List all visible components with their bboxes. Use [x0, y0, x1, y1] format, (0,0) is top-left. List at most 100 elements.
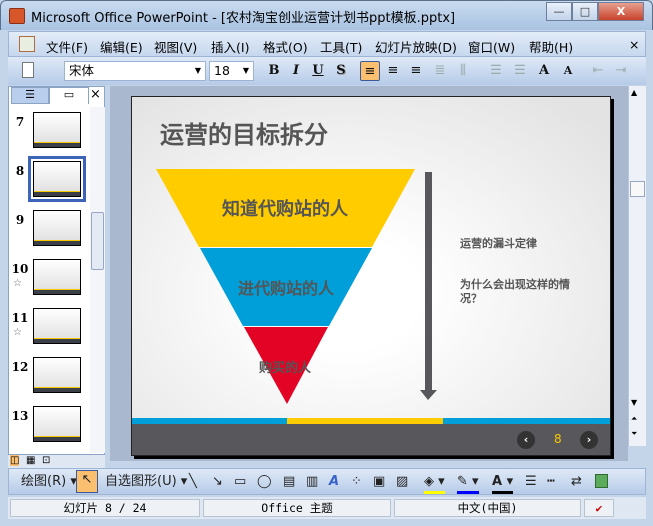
slide-number: 9: [15, 213, 25, 227]
draw-menu-button[interactable]: 绘图(R) ▾: [21, 473, 77, 491]
previous-slide-icon[interactable]: ⏶: [631, 414, 637, 424]
slide-thumbnail[interactable]: [33, 210, 81, 246]
arrow-style-icon[interactable]: ⇄: [571, 473, 582, 491]
scrollbar-thumb[interactable]: [91, 212, 104, 270]
font-size-select[interactable]: 18 ▼: [209, 61, 254, 81]
chevron-down-icon: ▼: [194, 66, 202, 75]
document-icon[interactable]: [19, 36, 35, 52]
textbox-icon[interactable]: ▤: [283, 473, 295, 491]
menu-help[interactable]: 帮助(H): [529, 37, 573, 56]
slide-number: 11: [11, 311, 29, 325]
menu-bar: 文件(F) 编辑(E) 视图(V) 插入(I) 格式(O) 工具(T) 幻灯片放…: [8, 31, 646, 57]
autoshapes-menu-button[interactable]: 自选图形(U) ▾: [105, 473, 187, 491]
menu-tools[interactable]: 工具(T): [320, 37, 362, 56]
scroll-up-icon[interactable]: ▲: [631, 88, 637, 97]
sorter-view-button[interactable]: ▦: [26, 455, 35, 466]
scrollbar-thumb[interactable]: [630, 181, 645, 197]
autoshapes-label: 自选图形(U): [105, 474, 177, 489]
font-color-icon[interactable]: A ▾: [492, 473, 514, 494]
increase-font-button[interactable]: A: [534, 61, 554, 81]
picture-icon[interactable]: ▨: [396, 473, 408, 491]
funnel-label-2: 进代购站的人: [238, 279, 335, 298]
menu-format[interactable]: 格式(O): [263, 37, 308, 56]
fill-color-icon[interactable]: ◈ ▾: [424, 473, 445, 494]
slide-thumbnail[interactable]: [33, 357, 81, 393]
decrease-font-button[interactable]: A: [558, 61, 578, 81]
slide-thumbnail[interactable]: [28, 156, 86, 202]
close-pane-button[interactable]: ×: [90, 87, 101, 102]
window-title: Microsoft Office PowerPoint - [农村淘宝创业运营计…: [31, 11, 456, 26]
next-slide-icon[interactable]: ⏷: [631, 429, 637, 439]
bold-button[interactable]: B: [264, 61, 284, 81]
font-select[interactable]: 宋体 ▼: [64, 61, 206, 81]
new-document-icon[interactable]: [22, 62, 34, 78]
increase-indent-icon[interactable]: ⇥: [611, 61, 631, 81]
arrow-icon[interactable]: ↘: [212, 473, 223, 491]
powerpoint-icon: [9, 8, 25, 24]
tab-outline[interactable]: ☰: [11, 87, 49, 104]
shadow-button[interactable]: S: [331, 61, 351, 81]
decrease-indent-icon[interactable]: ⇤: [588, 61, 608, 81]
font-value: 宋体: [69, 63, 95, 78]
slide-thumbnail[interactable]: [33, 112, 81, 148]
align-center-button[interactable]: ≡: [383, 61, 403, 81]
close-document-button[interactable]: ×: [629, 37, 639, 52]
line-color-icon[interactable]: ✎ ▾: [457, 473, 479, 494]
tab-slides[interactable]: ▭: [49, 87, 89, 104]
slide-footer: ‹ 8 ›: [132, 424, 610, 455]
align-left-button[interactable]: ≡: [360, 61, 380, 81]
slide-canvas[interactable]: 运营的目标拆分 知道代购站的人 进代购站的人 购买的人 运营的漏斗定律 为什么会…: [131, 96, 611, 456]
arrow-shaft: [425, 172, 432, 392]
note-funnel-law: 运营的漏斗定律: [460, 237, 537, 250]
text-direction-icon[interactable]: ⫼: [453, 61, 473, 81]
line-style-icon[interactable]: ☰: [525, 473, 537, 491]
slides-pane: ☰ ▭ × 7 8 9 10 ☆ 11 ☆ 12 13: [8, 86, 105, 455]
menu-slideshow[interactable]: 幻灯片放映(D): [375, 37, 457, 56]
clipart-icon[interactable]: ▣: [373, 473, 385, 491]
wordart-icon[interactable]: A: [329, 473, 339, 491]
funnel-label-1: 知道代购站的人: [222, 199, 348, 220]
vertical-textbox-icon[interactable]: ▥: [306, 473, 318, 491]
slide-thumbnail[interactable]: [33, 308, 81, 344]
distribute-icon[interactable]: ≣: [430, 61, 450, 81]
pane-scrollbar[interactable]: [90, 107, 105, 453]
note-question: 为什么会出现这样的情况？: [460, 278, 570, 305]
dash-style-icon[interactable]: ┅: [547, 473, 555, 491]
diagram-icon[interactable]: ⁘: [351, 473, 362, 491]
menu-view[interactable]: 视图(V): [154, 37, 197, 56]
close-button[interactable]: X: [598, 2, 644, 21]
underline-button[interactable]: U: [308, 61, 328, 81]
scroll-down-icon[interactable]: ▼: [631, 398, 637, 407]
slideshow-view-button[interactable]: ⊡: [42, 455, 50, 466]
slide-number: 8: [15, 164, 25, 178]
minimize-button[interactable]: —: [546, 2, 572, 21]
menu-window[interactable]: 窗口(W): [468, 37, 515, 56]
funnel-diagram: [156, 169, 437, 404]
normal-view-button[interactable]: ◫: [10, 455, 20, 466]
spellcheck-icon[interactable]: ✔: [584, 499, 614, 517]
restore-button[interactable]: □: [572, 2, 598, 21]
previous-icon[interactable]: ‹: [517, 431, 535, 449]
numbering-icon[interactable]: ☰: [486, 61, 506, 81]
line-icon[interactable]: ╲: [189, 473, 197, 491]
slide-number: 10: [11, 262, 29, 276]
slide-thumbnail[interactable]: [33, 259, 81, 295]
bullets-icon[interactable]: ☰: [510, 61, 530, 81]
font-size-value: 18: [214, 63, 230, 78]
italic-button[interactable]: I: [286, 61, 306, 81]
align-right-button[interactable]: ≡: [406, 61, 426, 81]
shadow-style-icon[interactable]: [595, 474, 608, 488]
select-pointer-icon[interactable]: ↖: [76, 470, 98, 493]
rectangle-icon[interactable]: ▭: [234, 473, 246, 491]
animation-star-icon: ☆: [13, 278, 22, 289]
slide-thumbnail[interactable]: [33, 406, 81, 442]
menu-insert[interactable]: 插入(I): [211, 37, 249, 56]
slide-number: 12: [11, 360, 29, 374]
page-number: 8: [554, 432, 562, 446]
chevron-down-icon: ▼: [242, 66, 250, 75]
oval-icon[interactable]: ◯: [257, 473, 272, 491]
next-icon[interactable]: ›: [580, 431, 598, 449]
vertical-scrollbar[interactable]: ▲ ▼ ⏶ ⏷: [628, 86, 646, 446]
menu-file[interactable]: 文件(F): [46, 37, 88, 56]
menu-edit[interactable]: 编辑(E): [100, 37, 143, 56]
